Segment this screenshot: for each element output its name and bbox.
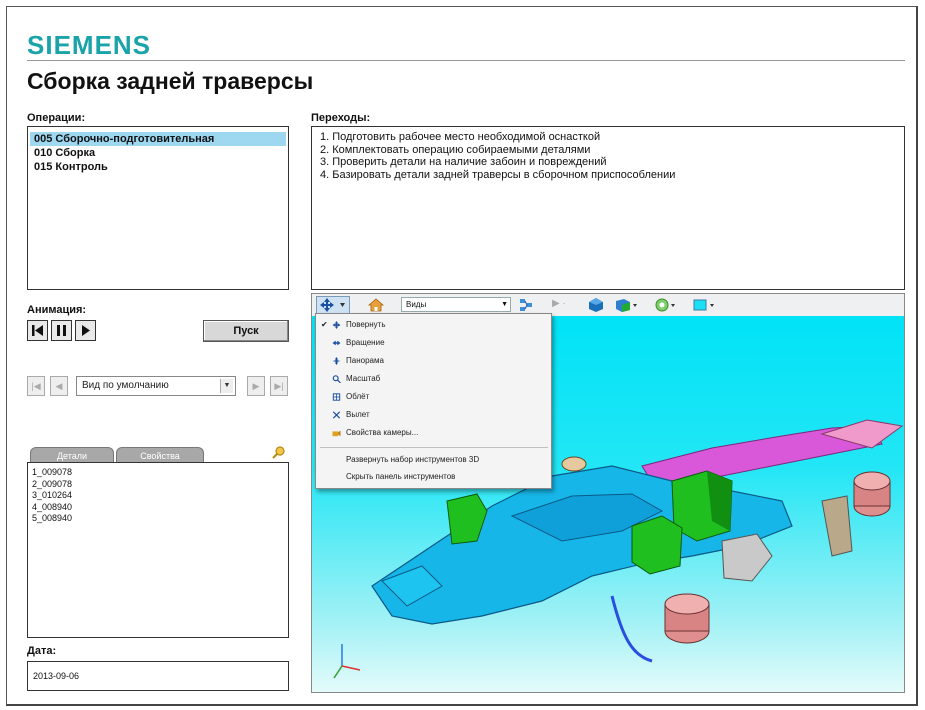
view-select-value: Вид по умолчанию [82,380,169,391]
page-title: Сборка задней траверсы [27,68,314,94]
list-item[interactable]: 3_010264 [28,490,288,502]
checkmark-icon: ✔ [321,320,328,329]
menu-item-label: Панорама [346,356,384,365]
menu-item-label: Свойства камеры... [346,428,419,437]
list-item[interactable]: 2_009078 [28,479,288,491]
date-label: Дата: [27,645,57,657]
home-icon[interactable] [367,297,385,313]
header-divider [27,60,905,61]
menu-item-label: Развернуть набор инструментов 3D [346,455,480,464]
tab-properties[interactable]: Свойства [116,447,204,463]
render-mode-icon[interactable] [612,297,638,313]
menu-item-expand-3d-tools[interactable]: Развернуть набор инструментов 3D [316,452,551,468]
rotate-icon [332,321,341,329]
list-item[interactable]: 1. Подготовить рабочее место необходимой… [320,131,896,144]
play-icon [82,325,90,336]
list-item[interactable]: 2. Комплектовать операцию собираемыми де… [320,144,896,157]
model-tree-icon[interactable] [518,297,534,313]
menu-item-fly[interactable]: Облёт [316,389,551,405]
fly-icon [332,393,341,401]
transitions-label: Переходы: [311,112,371,124]
transitions-list[interactable]: 1. Подготовить рабочее место необходимой… [311,126,905,290]
background-color-icon[interactable] [692,297,718,313]
date-field[interactable]: 2013-09-06 [27,661,289,691]
menu-item-walk[interactable]: Вылет [316,407,551,423]
pan-icon [332,357,341,365]
chevron-down-icon[interactable]: ▼ [220,379,233,393]
pause-button[interactable] [51,320,72,341]
views-combo-value: Виды [406,300,427,309]
list-item[interactable]: 1_009078 [28,467,288,479]
prev-view-button[interactable]: ◀ [50,376,68,396]
skip-back-icon [32,325,43,336]
play-animation-icon[interactable]: ▶ · [552,298,574,312]
last-view-button[interactable]: ▶| [270,376,288,396]
menu-item-zoom[interactable]: Масштаб [316,371,551,387]
menu-item-label: Масштаб [346,374,381,383]
list-item[interactable]: 4. Базировать детали задней траверсы в с… [320,169,896,182]
menu-item-rotate[interactable]: ✔ Повернуть [316,317,551,333]
animation-label: Анимация: [27,304,87,316]
skip-to-start-button[interactable] [27,320,48,341]
menu-item-hide-toolbar[interactable]: Скрыть панель инструментов [316,469,551,485]
list-item[interactable]: 015 Контроль [30,160,286,174]
cube-icon[interactable] [588,297,604,313]
menu-separator [320,447,548,448]
tab-parts[interactable]: Детали [30,447,114,463]
operations-label: Операции: [27,112,86,124]
menu-item-spin[interactable]: Вращение [316,335,551,351]
menu-item-label: Скрыть панель инструментов [346,472,456,481]
menu-item-camera-properties[interactable]: Свойства камеры... [316,425,551,441]
menu-item-label: Вылет [346,410,370,419]
views-combo[interactable]: Виды ▼ [401,297,511,312]
chevron-down-icon: ▼ [501,301,508,308]
zoom-icon [332,375,341,383]
camera-icon [332,430,341,437]
spin-icon [332,340,341,346]
rotate-icon [320,298,345,312]
walk-icon [332,411,341,419]
menu-item-label: Повернуть [346,320,386,329]
list-item[interactable]: 005 Сборочно-подготовительная [30,132,286,146]
play-button[interactable] [75,320,96,341]
siemens-logo: SIEMENS [27,30,152,60]
lighting-icon[interactable] [654,297,680,313]
list-item[interactable]: 4_008940 [28,502,288,514]
navigation-tool-button[interactable] [316,296,350,314]
search-icon[interactable] [272,445,286,459]
parts-list[interactable]: 1_009078 2_009078 3_010264 4_008940 5_00… [27,462,289,638]
operations-list[interactable]: 005 Сборочно-подготовительная 010 Сборка… [27,126,289,290]
list-item[interactable]: 3. Проверить детали на наличие забоин и … [320,156,896,169]
list-item[interactable]: 5_008940 [28,513,288,525]
navigation-context-menu: ✔ Повернуть Вращение Панорама Масштаб Об… [315,313,552,489]
menu-item-label: Вращение [346,338,385,347]
next-view-button[interactable]: ▶ [247,376,265,396]
list-item[interactable]: 010 Сборка [30,146,286,160]
pause-icon [57,325,66,336]
first-view-button[interactable]: |◀ [27,376,45,396]
view-select[interactable]: Вид по умолчанию ▼ [76,376,236,396]
menu-item-label: Облёт [346,392,370,401]
menu-item-pan[interactable]: Панорама [316,353,551,369]
start-button[interactable]: Пуск [203,320,289,342]
